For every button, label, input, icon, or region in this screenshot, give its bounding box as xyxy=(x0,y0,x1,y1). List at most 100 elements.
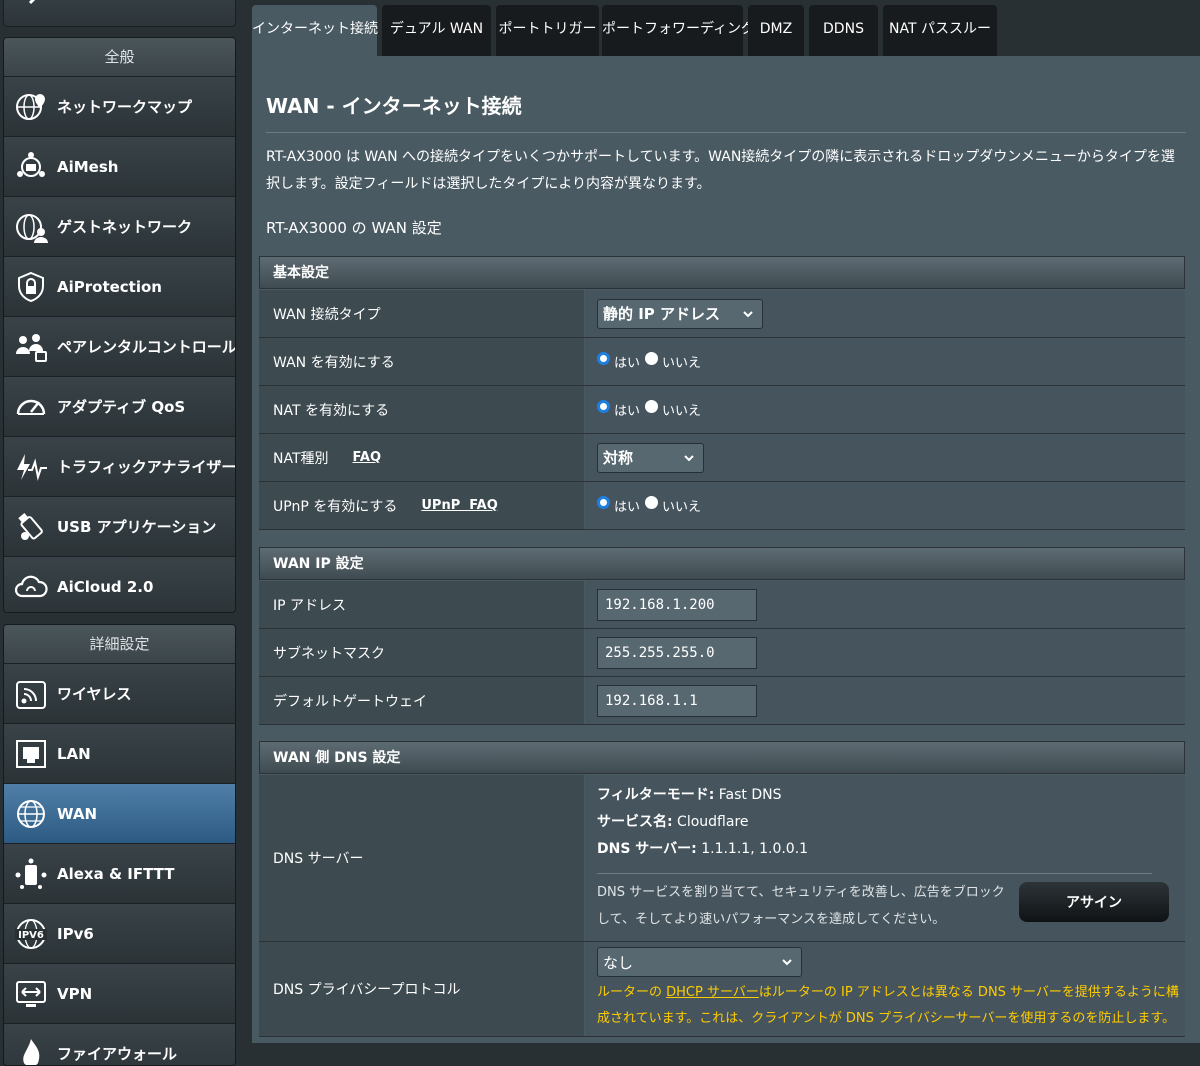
enable-wan-yes-radio[interactable]: はい xyxy=(597,352,640,371)
sidebar-item-wireless[interactable]: ワイヤレス xyxy=(4,664,235,724)
section-wan-ip-header: WAN IP 設定 xyxy=(259,547,1185,580)
sidebar-item-label: ファイアウォール xyxy=(57,1043,177,1064)
upnp-yes-radio[interactable]: はい xyxy=(597,496,640,515)
sidebar-item-ipv6[interactable]: IPV6 IPv6 xyxy=(4,904,235,964)
qos-gauge-icon xyxy=(13,389,49,425)
tab-dual-wan[interactable]: デュアル WAN xyxy=(382,5,491,56)
wan-type-label-text: WAN 接続タイプ xyxy=(273,304,381,324)
subnet-mask-input[interactable]: 255.255.255.0 xyxy=(597,637,757,669)
radio-unselected-icon xyxy=(645,400,658,413)
row-nat-type: NAT種別 FAQ 対称 xyxy=(259,434,1185,482)
dns-server-label: DNS サーバー xyxy=(259,775,584,941)
traffic-analyzer-icon xyxy=(13,449,49,485)
radio-unselected-icon xyxy=(645,352,658,365)
dns-server-list-value: 1.1.1.1, 1.0.0.1 xyxy=(697,841,808,857)
radio-selected-icon xyxy=(597,496,610,509)
subnet-mask-cell: 255.255.255.0 xyxy=(585,629,1185,676)
tab-internet-connection[interactable]: インターネット接続 xyxy=(252,5,377,56)
sidebar-item-parental-control[interactable]: ペアレンタルコントロール xyxy=(4,317,235,377)
alexa-icon xyxy=(13,856,49,892)
nat-faq-link[interactable]: FAQ xyxy=(353,450,382,465)
globe-icon xyxy=(13,796,49,832)
sidebar-item-aiprotection[interactable]: AiProtection xyxy=(4,257,235,317)
enable-nat-yes-radio[interactable]: はい xyxy=(597,400,640,419)
enable-nat-cell: はい いいえ xyxy=(585,386,1185,433)
sidebar-item-label: VPN xyxy=(57,985,92,1003)
nat-type-select-value: 対称 xyxy=(603,447,633,468)
sidebar-item-partial-top[interactable] xyxy=(3,0,236,27)
sidebar-item-lan[interactable]: LAN xyxy=(4,724,235,784)
dns-privacy-label-text: DNS プライバシープロトコル xyxy=(273,979,460,999)
ip-address-input[interactable]: 192.168.1.200 xyxy=(597,589,757,621)
sidebar-item-label: AiCloud 2.0 xyxy=(57,578,153,596)
sidebar-item-guest-network[interactable]: ゲストネットワーク xyxy=(4,197,235,257)
tab-port-forwarding[interactable]: ポートフォワーディング xyxy=(602,5,743,56)
sidebar-item-traffic-analyzer[interactable]: トラフィックアナライザー xyxy=(4,437,235,497)
enable-wan-no-radio[interactable]: いいえ xyxy=(645,352,701,371)
app-icon xyxy=(16,0,46,13)
tab-port-trigger[interactable]: ポートトリガー xyxy=(496,5,599,56)
default-gateway-input[interactable]: 192.168.1.1 xyxy=(597,685,757,717)
sidebar-item-label: IPv6 xyxy=(57,925,94,943)
section-wan-dns-header: WAN 側 DNS 設定 xyxy=(259,741,1185,774)
dns-filter-mode-key: フィルターモード: xyxy=(597,787,714,803)
wan-type-cell: 静的 IP アドレス xyxy=(585,290,1185,337)
upnp-no-radio[interactable]: いいえ xyxy=(645,496,701,515)
row-subnet-mask: サブネットマスク 255.255.255.0 xyxy=(259,629,1185,677)
tab-dmz[interactable]: DMZ xyxy=(748,5,804,56)
usb-icon xyxy=(13,509,49,545)
warning-text-pre: ルーターの xyxy=(597,985,666,1000)
upnp-label: UPnP を有効にする UPnP FAQ xyxy=(259,482,584,529)
section-basic-header: 基本設定 xyxy=(259,256,1185,289)
parental-control-icon xyxy=(13,329,49,365)
dns-service-name-value: Cloudflare xyxy=(673,814,749,830)
vpn-icon xyxy=(13,976,49,1012)
dns-server-label-text: DNS サーバー xyxy=(273,848,363,868)
sidebar-item-network-map[interactable]: ネットワークマップ xyxy=(4,77,235,137)
enable-wan-label-text: WAN を有効にする xyxy=(273,352,395,372)
enable-wan-label: WAN を有効にする xyxy=(259,338,584,385)
row-dns-privacy: DNS プライバシープロトコル なし ルーターの DHCP サーバーはルーターの… xyxy=(259,942,1185,1037)
enable-nat-label-text: NAT を有効にする xyxy=(273,400,389,420)
radio-selected-icon xyxy=(597,400,610,413)
upnp-faq-link[interactable]: UPnP FAQ xyxy=(421,498,497,513)
nat-type-select[interactable]: 対称 xyxy=(597,443,704,473)
dhcp-server-link[interactable]: DHCP サーバー xyxy=(666,985,759,1000)
subnet-mask-label: サブネットマスク xyxy=(259,629,584,676)
sidebar-item-label: WAN xyxy=(57,805,97,823)
nat-type-cell: 対称 xyxy=(585,434,1185,481)
sidebar-item-wan[interactable]: WAN xyxy=(4,784,235,844)
enable-nat-label: NAT を有効にする xyxy=(259,386,584,433)
sidebar-item-usb-application[interactable]: USB アプリケーション xyxy=(4,497,235,557)
ip-address-cell: 192.168.1.200 xyxy=(585,581,1185,628)
sidebar-item-label: AiProtection xyxy=(57,278,162,296)
aimesh-icon xyxy=(13,149,49,185)
default-gateway-cell: 192.168.1.1 xyxy=(585,677,1185,724)
assign-button[interactable]: アサイン xyxy=(1019,882,1169,922)
sidebar-item-adaptive-qos[interactable]: アダプティブ QoS xyxy=(4,377,235,437)
row-ip-address: IP アドレス 192.168.1.200 xyxy=(259,581,1185,629)
sidebar-item-firewall[interactable]: ファイアウォール xyxy=(4,1024,235,1066)
dns-server-cell: フィルターモード: Fast DNS サービス名: Cloudflare DNS… xyxy=(585,775,1185,941)
sidebar-item-vpn[interactable]: VPN xyxy=(4,964,235,1024)
tab-ddns[interactable]: DDNS xyxy=(809,5,878,56)
enable-wan-cell: はい いいえ xyxy=(585,338,1185,385)
main-panel: WAN - インターネット接続 RT-AX3000 は WAN への接続タイプを… xyxy=(252,56,1200,1043)
enable-nat-no-radio[interactable]: いいえ xyxy=(645,400,701,419)
dns-privacy-select[interactable]: なし xyxy=(597,947,802,977)
svg-text:IPV6: IPV6 xyxy=(18,930,44,941)
sidebar-item-aimesh[interactable]: AiMesh xyxy=(4,137,235,197)
wan-type-label: WAN 接続タイプ xyxy=(259,290,584,337)
sidebar-item-label: ゲストネットワーク xyxy=(57,216,192,237)
row-enable-nat: NAT を有効にする はい いいえ xyxy=(259,386,1185,434)
tab-nat-passthrough[interactable]: NAT パススルー xyxy=(883,5,997,56)
wan-type-select[interactable]: 静的 IP アドレス xyxy=(597,299,763,329)
chevron-down-icon xyxy=(683,452,695,464)
sidebar-item-label: ワイヤレス xyxy=(57,683,132,704)
row-default-gateway: デフォルトゲートウェイ 192.168.1.1 xyxy=(259,677,1185,725)
row-wan-type: WAN 接続タイプ 静的 IP アドレス xyxy=(259,290,1185,338)
sidebar-item-alexa-ifttt[interactable]: Alexa & IFTTT xyxy=(4,844,235,904)
sidebar-item-aicloud[interactable]: AiCloud 2.0 xyxy=(4,557,235,613)
sidebar-item-label: LAN xyxy=(57,745,91,763)
wireless-icon xyxy=(13,676,49,712)
